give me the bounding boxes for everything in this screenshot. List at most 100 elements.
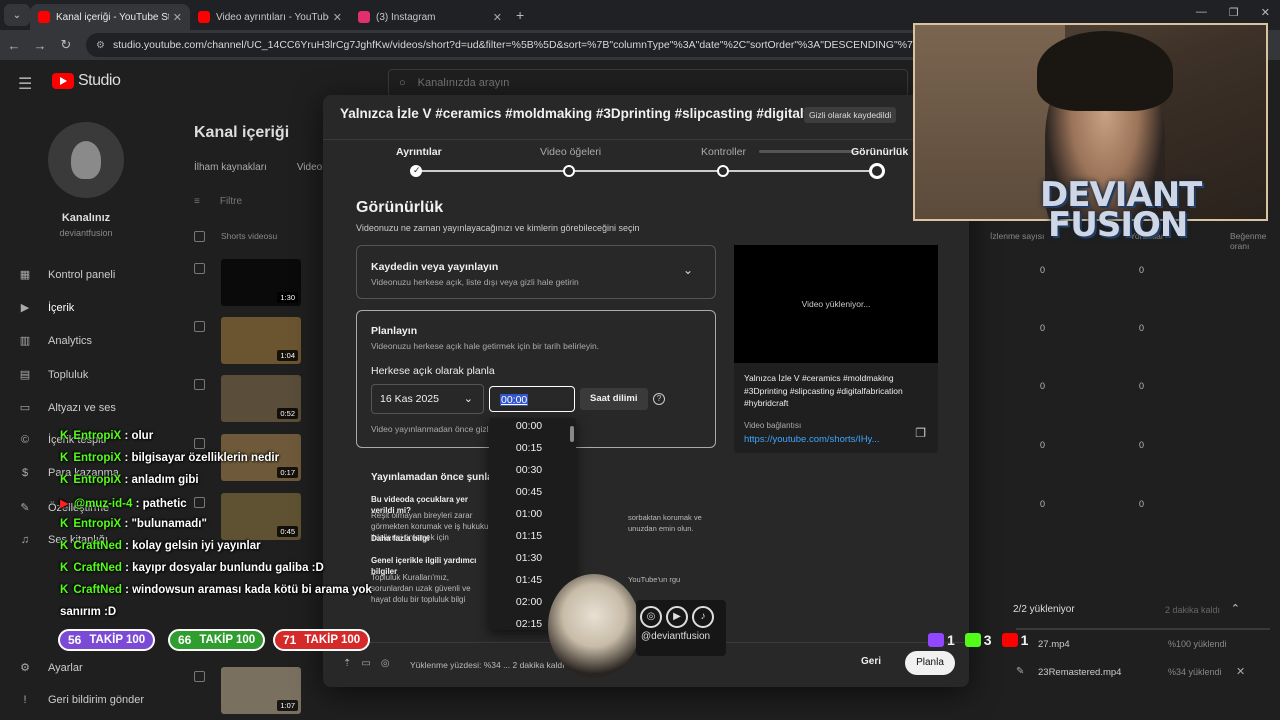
maximize-icon[interactable]: ❐ (1229, 6, 1239, 19)
site-info-icon[interactable]: ⚙ (96, 40, 105, 51)
studio-logo[interactable]: Studio (52, 72, 121, 90)
copy-icon[interactable]: ❐ (915, 426, 926, 440)
schedule-button[interactable]: Planla (905, 651, 955, 675)
column-header-shorts[interactable]: Shorts videosu (221, 231, 277, 241)
row-checkbox[interactable] (194, 438, 205, 449)
time-input[interactable]: 00:00 (489, 386, 575, 412)
reload-icon[interactable]: ↻ (54, 37, 78, 53)
menu-icon[interactable]: ☰ (18, 74, 32, 94)
row-checkbox[interactable] (194, 379, 205, 390)
close-window-icon[interactable]: ✕ (1261, 6, 1270, 19)
collapse-icon[interactable]: ⌃ (1231, 602, 1240, 615)
new-tab-button[interactable]: + (516, 7, 524, 23)
chat-username: EntropiX (73, 474, 122, 486)
back-button[interactable]: Geri (861, 656, 881, 667)
column-header-views[interactable]: İzlenme sayısı (990, 231, 1044, 241)
social-handle: @deviantfusion (641, 631, 711, 642)
sidebar-item-1[interactable]: ▶ İçerik (18, 301, 75, 315)
chat-message: K CraftNed : windowsun araması kada kötü … (60, 584, 372, 596)
close-tab-icon[interactable]: ✕ (173, 11, 182, 24)
learn-more-link[interactable]: Daha fazla bilgi (371, 533, 491, 544)
channel-avatar[interactable] (48, 122, 124, 198)
time-value: 00:00 (500, 394, 529, 406)
video-thumbnail[interactable]: 0:45 (221, 493, 301, 540)
step-visibility-label[interactable]: Görünürlük (851, 146, 908, 158)
video-player[interactable]: Video yükleniyor... (734, 245, 938, 363)
sidebar-item-4[interactable]: ▭ Altyazı ve ses (18, 401, 116, 415)
help-icon[interactable]: ? (653, 393, 665, 405)
select-all-checkbox[interactable] (194, 231, 205, 242)
step-video-elements-dot[interactable] (563, 165, 575, 177)
browser-tab-video-details[interactable]: Video ayrıntıları - YouTube Studio ✕ (190, 4, 350, 30)
video-preview-card: Video yükleniyor... Yalnızca İzle V #cer… (734, 245, 938, 453)
step-details-label[interactable]: Ayrıntılar (396, 146, 442, 158)
sidebar-item-2[interactable]: ▥ Analytics (18, 334, 92, 348)
browser-tab-instagram[interactable]: (3) Instagram ✕ (350, 4, 510, 30)
dropdown-scrollbar[interactable] (570, 426, 574, 442)
video-thumbnail[interactable]: 1:04 (221, 317, 301, 364)
browser-tab-channel-content[interactable]: Kanal içeriği - YouTube Studio ✕ (30, 4, 190, 30)
step-checks-label[interactable]: Kontroller (701, 146, 746, 158)
video-thumbnail[interactable]: 1:07 (221, 667, 301, 714)
row-checkbox[interactable] (194, 321, 205, 332)
step-details-check-icon[interactable] (410, 165, 422, 177)
edit-pencil-icon[interactable]: ✎ (1016, 666, 1024, 677)
timezone-button[interactable]: Saat dilimi (580, 388, 648, 410)
video-duration: 1:07 (277, 700, 298, 711)
back-arrow-icon[interactable]: ← (2, 38, 26, 53)
row-checkbox[interactable] (194, 671, 205, 682)
upload-file-name: 27.mp4 (1038, 639, 1070, 650)
cancel-upload-icon[interactable]: ✕ (1236, 665, 1245, 678)
sidebar-item-settings[interactable]: ⚙ Ayarlar (18, 661, 83, 675)
sidebar-item-3[interactable]: ▤ Topluluk (18, 368, 89, 382)
feedback-icon: ! (23, 694, 27, 706)
time-option[interactable]: 00:00 (489, 418, 569, 437)
search-placeholder: Kanalınızda arayın (417, 77, 510, 89)
social-handles-overlay: ◎ ▶ ♪ @deviantfusion (636, 600, 726, 656)
visibility-subheading: Videonuzu ne zaman yayınlayacağınızı ve … (356, 223, 640, 233)
video-thumbnail[interactable]: 1:30 (221, 259, 301, 306)
close-tab-icon[interactable]: ✕ (493, 11, 502, 24)
time-option[interactable]: 01:45 (489, 569, 569, 591)
close-tab-icon[interactable]: ✕ (333, 11, 342, 24)
upload-file-status: %34 yüklendi (1168, 667, 1222, 677)
tab-inspiration[interactable]: İlham kaynakları (194, 162, 267, 173)
youtube-icon (1001, 633, 1018, 647)
viewer-counters: 1 3 1 (928, 632, 1028, 648)
time-option[interactable]: 00:30 (489, 459, 569, 481)
time-option[interactable]: 01:30 (489, 547, 569, 569)
chevron-down-icon: ⌄ (463, 393, 473, 405)
chat-text: sanırım :D (60, 606, 117, 618)
step-checks-dot[interactable] (717, 165, 729, 177)
time-option[interactable]: 01:00 (489, 503, 569, 525)
filter-bar[interactable]: ≡ Filtre (194, 196, 242, 207)
studio-logo-text: Studio (78, 72, 121, 89)
channel-search-input[interactable]: ○ Kanalınızda arayın (388, 69, 908, 97)
time-option[interactable]: 00:15 (489, 437, 569, 459)
forward-arrow-icon[interactable]: → (28, 38, 52, 53)
step-video-elements-label[interactable]: Video öğeleri (540, 146, 601, 158)
time-option[interactable]: 01:15 (489, 525, 569, 547)
chevron-down-icon[interactable]: ⌄ (683, 263, 693, 277)
filter-label: Filtre (219, 196, 243, 207)
video-duration: 0:52 (277, 408, 298, 419)
step-visibility-dot[interactable] (869, 163, 885, 179)
date-picker[interactable]: 16 Kas 2025 ⌄ (371, 384, 484, 414)
chat-text: : "bulunamadı" (124, 518, 207, 530)
video-thumbnail[interactable]: 0:52 (221, 375, 301, 422)
sidebar-item-feedback[interactable]: ! Geri bildirim gönder (18, 694, 144, 706)
minimize-icon[interactable]: — (1196, 6, 1207, 19)
time-option[interactable]: 00:45 (489, 481, 569, 503)
row-checkbox[interactable] (194, 497, 205, 508)
kick-icon: K (60, 562, 69, 574)
tab-search-button[interactable]: ⌄ (4, 4, 30, 26)
save-or-publish-option[interactable]: Kaydedin veya yayınlayın Videonuzu herke… (356, 245, 716, 299)
sidebar-item-0[interactable]: ▦ Kontrol paneli (18, 268, 115, 282)
chat-username: CraftNed (73, 584, 122, 596)
chat-message: K EntropiX : olur (60, 430, 153, 442)
video-link[interactable]: https://youtube.com/shorts/IHy... (744, 434, 880, 445)
follow-goal-pill: 66 TAKİP 100 (168, 629, 266, 651)
column-header-likes[interactable]: Beğenme oranı (1230, 231, 1280, 251)
row-checkbox[interactable] (194, 263, 205, 274)
upload-percentage: Yüklenme yüzdesi: %34 ... 2 dakika kaldı (410, 660, 565, 670)
